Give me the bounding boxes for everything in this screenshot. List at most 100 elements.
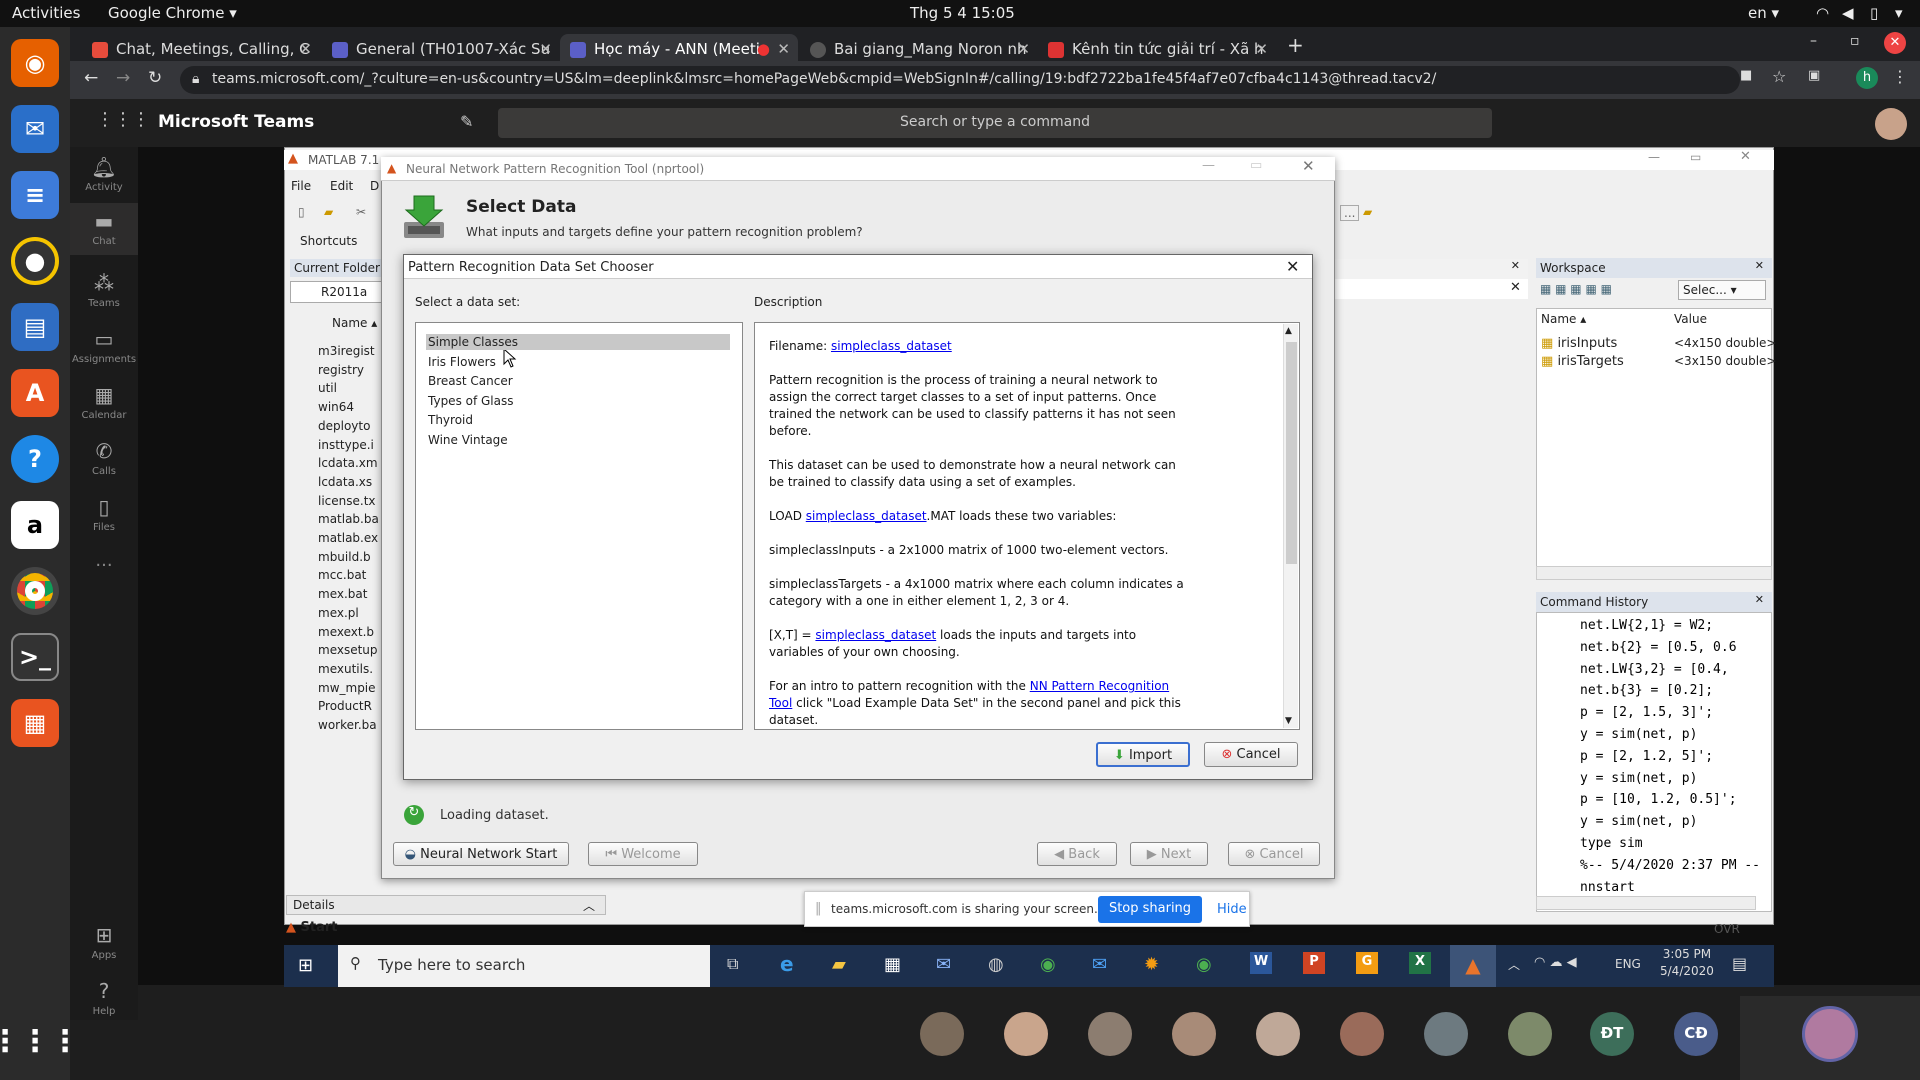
close-banner-icon[interactable]: ✕ bbox=[1510, 280, 1521, 295]
tray-clock[interactable]: 3:05 PM 5/4/2020 bbox=[1660, 947, 1714, 978]
teams-search-box[interactable]: Search or type a command bbox=[498, 108, 1492, 138]
file-list-item[interactable]: matlab.ex bbox=[318, 531, 378, 545]
software-center-icon[interactable]: A bbox=[11, 369, 59, 417]
file-list-item[interactable]: mbuild.b bbox=[318, 550, 371, 564]
task-view-icon[interactable]: ⧉ bbox=[727, 954, 738, 974]
bookmark-star-icon[interactable]: ☆ bbox=[1772, 67, 1786, 86]
notifications-icon[interactable]: ▤ bbox=[1732, 954, 1747, 973]
participant-avatar[interactable] bbox=[1088, 1012, 1132, 1056]
file-list-item[interactable]: worker.ba bbox=[318, 718, 377, 732]
matlab-taskbar-icon[interactable]: ▲ bbox=[1450, 945, 1496, 987]
file-list-item[interactable]: mw_mpie bbox=[318, 681, 376, 695]
clock[interactable]: Thg 5 4 15:05 bbox=[910, 4, 1015, 22]
history-line[interactable]: net.LW{2,1} = W2; bbox=[1580, 618, 1713, 633]
next-button[interactable]: ▶ Next bbox=[1130, 842, 1208, 866]
history-line[interactable]: y = sim(net, p) bbox=[1580, 771, 1697, 786]
help-icon[interactable]: ? bbox=[11, 435, 59, 483]
scroll-down-icon[interactable]: ▼ bbox=[1285, 716, 1292, 726]
battery-icon[interactable]: ▯ bbox=[1870, 4, 1878, 22]
text-editor-icon[interactable]: ≡ bbox=[11, 171, 59, 219]
close-tab-icon[interactable]: ✕ bbox=[299, 40, 312, 58]
browse-folder-button[interactable]: ... bbox=[1340, 205, 1360, 221]
rail-teams[interactable]: ⁂ Teams bbox=[70, 271, 138, 309]
mail-app-icon[interactable]: ✉ bbox=[936, 954, 951, 975]
chrome-taskbar-icon[interactable]: ◉ bbox=[1040, 954, 1056, 975]
history-line[interactable]: net.LW{3,2} = [0.4, bbox=[1580, 662, 1729, 677]
scroll-up-icon[interactable]: ▲ bbox=[1285, 326, 1292, 336]
chooser-close-button[interactable]: ✕ bbox=[1286, 257, 1299, 276]
file-list-item[interactable]: license.tx bbox=[318, 494, 376, 508]
participant-avatar[interactable] bbox=[1256, 1012, 1300, 1056]
matlab-toolbar-new-icon[interactable]: ▯ bbox=[298, 205, 305, 219]
system-menu-icon[interactable]: ▾ bbox=[1895, 4, 1903, 22]
stop-sharing-button[interactable]: Stop sharing bbox=[1098, 896, 1202, 923]
chrome-menu-icon[interactable]: ⋮ bbox=[1892, 67, 1908, 86]
history-line[interactable]: %-- 5/4/2020 2:37 PM -- bbox=[1580, 858, 1760, 873]
participant-avatar[interactable] bbox=[1172, 1012, 1216, 1056]
file-list-item[interactable]: mex.bat bbox=[318, 587, 367, 601]
matlab-minimize-button[interactable]: — bbox=[1648, 150, 1660, 164]
history-line[interactable]: y = sim(net, p) bbox=[1580, 727, 1697, 742]
nprtool-close-button[interactable]: ✕ bbox=[1302, 157, 1315, 175]
close-window-button[interactable]: ✕ bbox=[1884, 32, 1906, 54]
history-line[interactable]: nnstart bbox=[1580, 880, 1635, 895]
workspace-select-dropdown[interactable]: Selec... ▾ bbox=[1678, 280, 1766, 300]
dataset-item[interactable]: Wine Vintage bbox=[426, 432, 510, 448]
windows-search-box[interactable]: ⚲ Type here to search bbox=[338, 945, 710, 987]
dataset-item[interactable]: Thyroid bbox=[426, 412, 475, 428]
file-list-item[interactable]: ProductR bbox=[318, 699, 372, 713]
powerpoint-icon[interactable]: P bbox=[1303, 952, 1325, 974]
workspace-col-value[interactable]: Value bbox=[1674, 312, 1707, 326]
description-scrollbar[interactable]: ▲ ▼ bbox=[1283, 324, 1298, 728]
rhythmbox-icon[interactable]: ● bbox=[11, 237, 59, 285]
matlab-toolbar-open-icon[interactable]: ▰ bbox=[324, 205, 333, 219]
history-line[interactable]: y = sim(net, p) bbox=[1580, 814, 1697, 829]
panel-close-icon[interactable]: ✕ bbox=[1511, 259, 1520, 272]
matlab-menu-file[interactable]: File bbox=[291, 179, 311, 193]
app-icon[interactable]: ✹ bbox=[1144, 954, 1159, 975]
edge-icon[interactable]: e bbox=[780, 952, 794, 976]
history-line[interactable]: type sim bbox=[1580, 836, 1643, 851]
tray-chevron-icon[interactable]: ︿ bbox=[1508, 956, 1520, 973]
dataset-item[interactable]: Breast Cancer bbox=[426, 373, 515, 389]
rail-apps[interactable]: ⊞ Apps bbox=[70, 923, 138, 961]
tray-icons[interactable]: ◠ ☁ ◀ bbox=[1534, 955, 1577, 970]
chevron-up-icon[interactable]: ︿ bbox=[583, 897, 595, 914]
nprtool-cancel-button[interactable]: ⊗ Cancel bbox=[1228, 842, 1320, 866]
nprtool-maximize-button[interactable]: ▭ bbox=[1250, 158, 1262, 173]
terminal-icon[interactable]: >_ bbox=[11, 633, 59, 681]
matlab-menu-debug[interactable]: D bbox=[370, 179, 379, 193]
workspace-col-name[interactable]: Name ▴ bbox=[1541, 312, 1586, 326]
app-launcher-icon[interactable]: ⋮⋮⋮ bbox=[96, 109, 150, 130]
participant-avatar[interactable] bbox=[920, 1012, 964, 1056]
new-tab-button[interactable]: + bbox=[1287, 33, 1304, 57]
address-bar[interactable]: 🔒︎ teams.microsoft.com/_?culture=en-us&co… bbox=[180, 66, 1740, 94]
workspace-scrollbar[interactable] bbox=[1536, 566, 1772, 580]
firefox-icon[interactable]: ◉ bbox=[11, 39, 59, 87]
matlab-menu-edit[interactable]: Edit bbox=[330, 179, 353, 193]
dataset-link[interactable]: simpleclass_dataset bbox=[806, 509, 927, 523]
wifi-icon[interactable]: ◠ bbox=[1816, 4, 1829, 22]
file-explorer-icon[interactable]: ▰ bbox=[832, 954, 846, 975]
matlab-maximize-button[interactable]: ▭ bbox=[1690, 150, 1701, 164]
amazon-icon[interactable]: a bbox=[11, 501, 59, 549]
presentation-icon[interactable]: ▦ bbox=[11, 699, 59, 747]
chrome-icon[interactable] bbox=[11, 567, 59, 615]
tray-language[interactable]: ENG bbox=[1615, 957, 1641, 971]
chooser-cancel-button[interactable]: ⊗ Cancel bbox=[1204, 742, 1298, 767]
activities-button[interactable]: Activities bbox=[12, 4, 80, 22]
file-list-item[interactable]: lcdata.xs bbox=[318, 475, 372, 489]
profile-avatar[interactable]: h bbox=[1856, 67, 1878, 89]
participant-avatar[interactable] bbox=[1508, 1012, 1552, 1056]
panel-close-icon[interactable]: ✕ bbox=[1755, 593, 1764, 606]
file-list-item[interactable]: matlab.ba bbox=[318, 512, 379, 526]
participant-avatar[interactable] bbox=[1340, 1012, 1384, 1056]
filename-link[interactable]: simpleclass_dataset bbox=[831, 339, 952, 353]
welcome-button[interactable]: ⏮ Welcome bbox=[588, 842, 698, 866]
panel-close-icon[interactable]: ✕ bbox=[1755, 259, 1764, 272]
volume-icon[interactable]: ◀ bbox=[1842, 4, 1854, 22]
dataset-item[interactable]: Types of Glass bbox=[426, 393, 516, 409]
forward-icon[interactable]: → bbox=[116, 68, 130, 88]
participant-avatar-initials[interactable]: CĐ bbox=[1674, 1012, 1718, 1056]
file-list-item[interactable]: mexutils. bbox=[318, 662, 373, 676]
